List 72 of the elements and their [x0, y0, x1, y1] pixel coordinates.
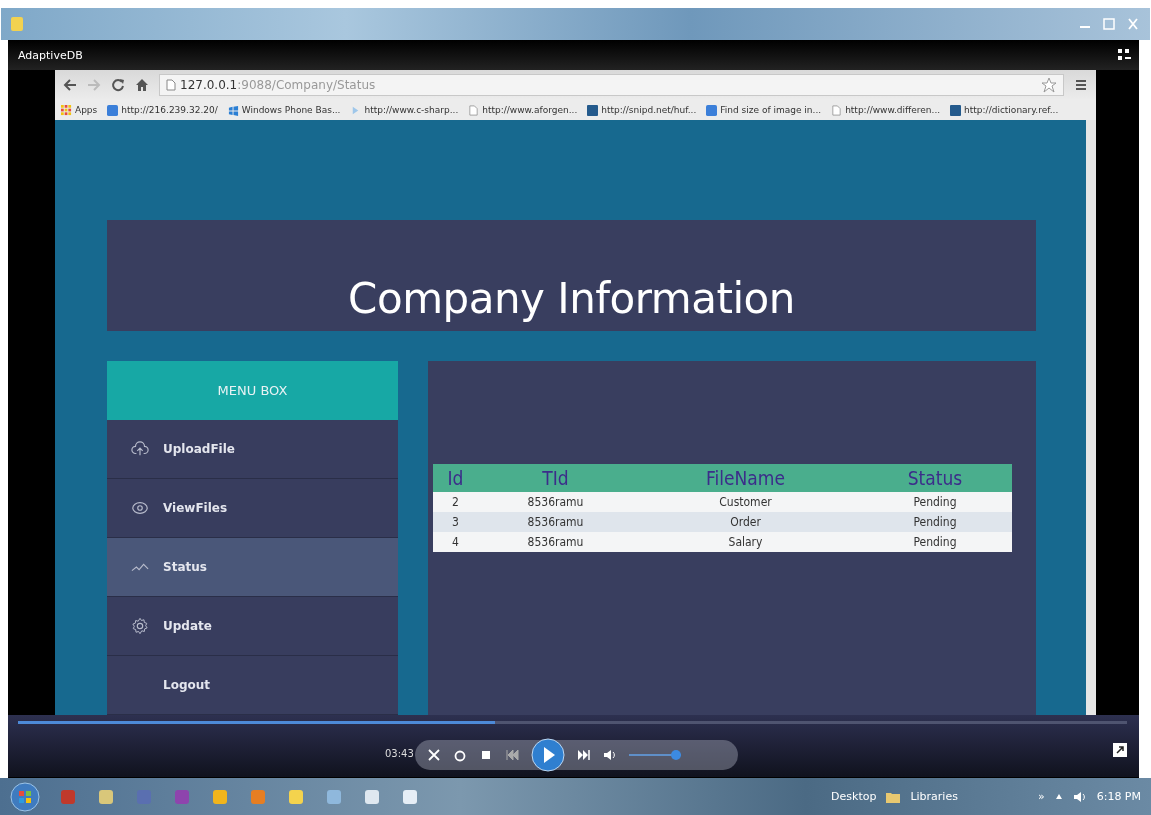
table-cell: Pending — [858, 532, 1012, 552]
toolbar-label[interactable]: Desktop — [831, 790, 877, 803]
seek-bar[interactable] — [18, 721, 1127, 724]
play-icon[interactable] — [531, 738, 565, 772]
menu-icon[interactable] — [1074, 78, 1088, 92]
table-cell: 8536ramu — [478, 512, 633, 532]
scrollbar[interactable] — [1086, 120, 1096, 715]
bookmark-icon — [107, 104, 119, 116]
address-bar[interactable]: 127.0.0.1:9088/Company/Status — [159, 74, 1064, 96]
close-icon[interactable] — [1126, 18, 1140, 30]
table-cell: 8536ramu — [478, 532, 633, 552]
exit-fullscreen-icon[interactable] — [1117, 48, 1131, 62]
app-icon — [11, 17, 23, 31]
reload-icon[interactable] — [111, 78, 125, 92]
column-header: FileName — [633, 464, 858, 492]
page-icon — [831, 104, 843, 116]
bookmark-icon — [950, 104, 962, 116]
bookmark-link[interactable]: Find size of image in... — [706, 104, 822, 116]
up-arrow-icon[interactable] — [1054, 792, 1063, 801]
previous-icon[interactable] — [505, 748, 519, 762]
windows-flag-icon — [227, 104, 239, 116]
cloud-upload-icon — [131, 440, 149, 458]
column-header: TId — [478, 464, 633, 492]
column-header: Id — [433, 464, 478, 492]
menu-item[interactable]: Logout — [107, 656, 398, 715]
table-cell: 3 — [433, 512, 478, 532]
table-cell: 2 — [433, 492, 478, 512]
clock: 6:18 PM — [1096, 790, 1141, 803]
bookmark-icon — [587, 104, 599, 116]
page-title: Company Information — [348, 274, 795, 323]
bookmark-link[interactable]: Windows Phone Bas... — [227, 104, 341, 116]
table-cell: Pending — [858, 512, 1012, 532]
volume-slider[interactable] — [629, 750, 681, 760]
speaker-icon[interactable] — [603, 748, 617, 762]
fullscreen-icon[interactable] — [1113, 743, 1127, 757]
menu-item[interactable]: Update — [107, 597, 398, 656]
page-icon — [468, 104, 480, 116]
table-cell: 8536ramu — [478, 492, 633, 512]
column-header: Status — [858, 464, 1012, 492]
menu-item[interactable]: ViewFiles — [107, 479, 398, 538]
table-cell: Salary — [633, 532, 858, 552]
next-icon[interactable] — [577, 748, 591, 762]
back-arrow-icon[interactable] — [63, 78, 77, 92]
bookmark-link[interactable]: http://www.differen... — [831, 104, 941, 116]
forward-arrow-icon[interactable] — [87, 78, 101, 92]
stop-icon[interactable] — [479, 748, 493, 762]
bookmark-link[interactable]: http://www.aforgen... — [468, 104, 578, 116]
menu-item[interactable]: UploadFile — [107, 420, 398, 479]
speaker-icon[interactable] — [1072, 789, 1087, 804]
table-cell: Order — [633, 512, 858, 532]
table-cell: 4 — [433, 532, 478, 552]
home-icon[interactable] — [135, 78, 149, 92]
bookmark-link[interactable]: http://dictionary.ref... — [950, 104, 1059, 116]
bookmark-link[interactable]: http://www.c-sharp... — [350, 104, 459, 116]
eye-icon — [131, 499, 149, 517]
apps-grid-icon — [61, 104, 72, 116]
table-cell: Pending — [858, 492, 1012, 512]
bookmark-link[interactable]: Apps — [61, 104, 98, 116]
bookmark-link[interactable]: http://snipd.net/huf... — [587, 104, 697, 116]
menu-header: MENU BOX — [107, 361, 398, 420]
start-orb-icon[interactable] — [10, 781, 40, 812]
toolbar-label[interactable]: Libraries — [910, 790, 958, 803]
window-title: AdaptiveDB — [18, 48, 83, 62]
overflow-chevron[interactable]: » — [1037, 790, 1045, 803]
gear-icon — [131, 617, 149, 635]
elapsed-time: 03:43 — [385, 748, 414, 759]
table-cell: Customer — [633, 492, 858, 512]
bookmark-icon — [706, 104, 718, 116]
bookmark-link[interactable]: http://216.239.32.20/ — [107, 104, 218, 116]
folder-icon — [886, 790, 901, 803]
menu-item[interactable]: Status — [107, 538, 398, 597]
maximize-icon[interactable] — [1102, 18, 1116, 30]
